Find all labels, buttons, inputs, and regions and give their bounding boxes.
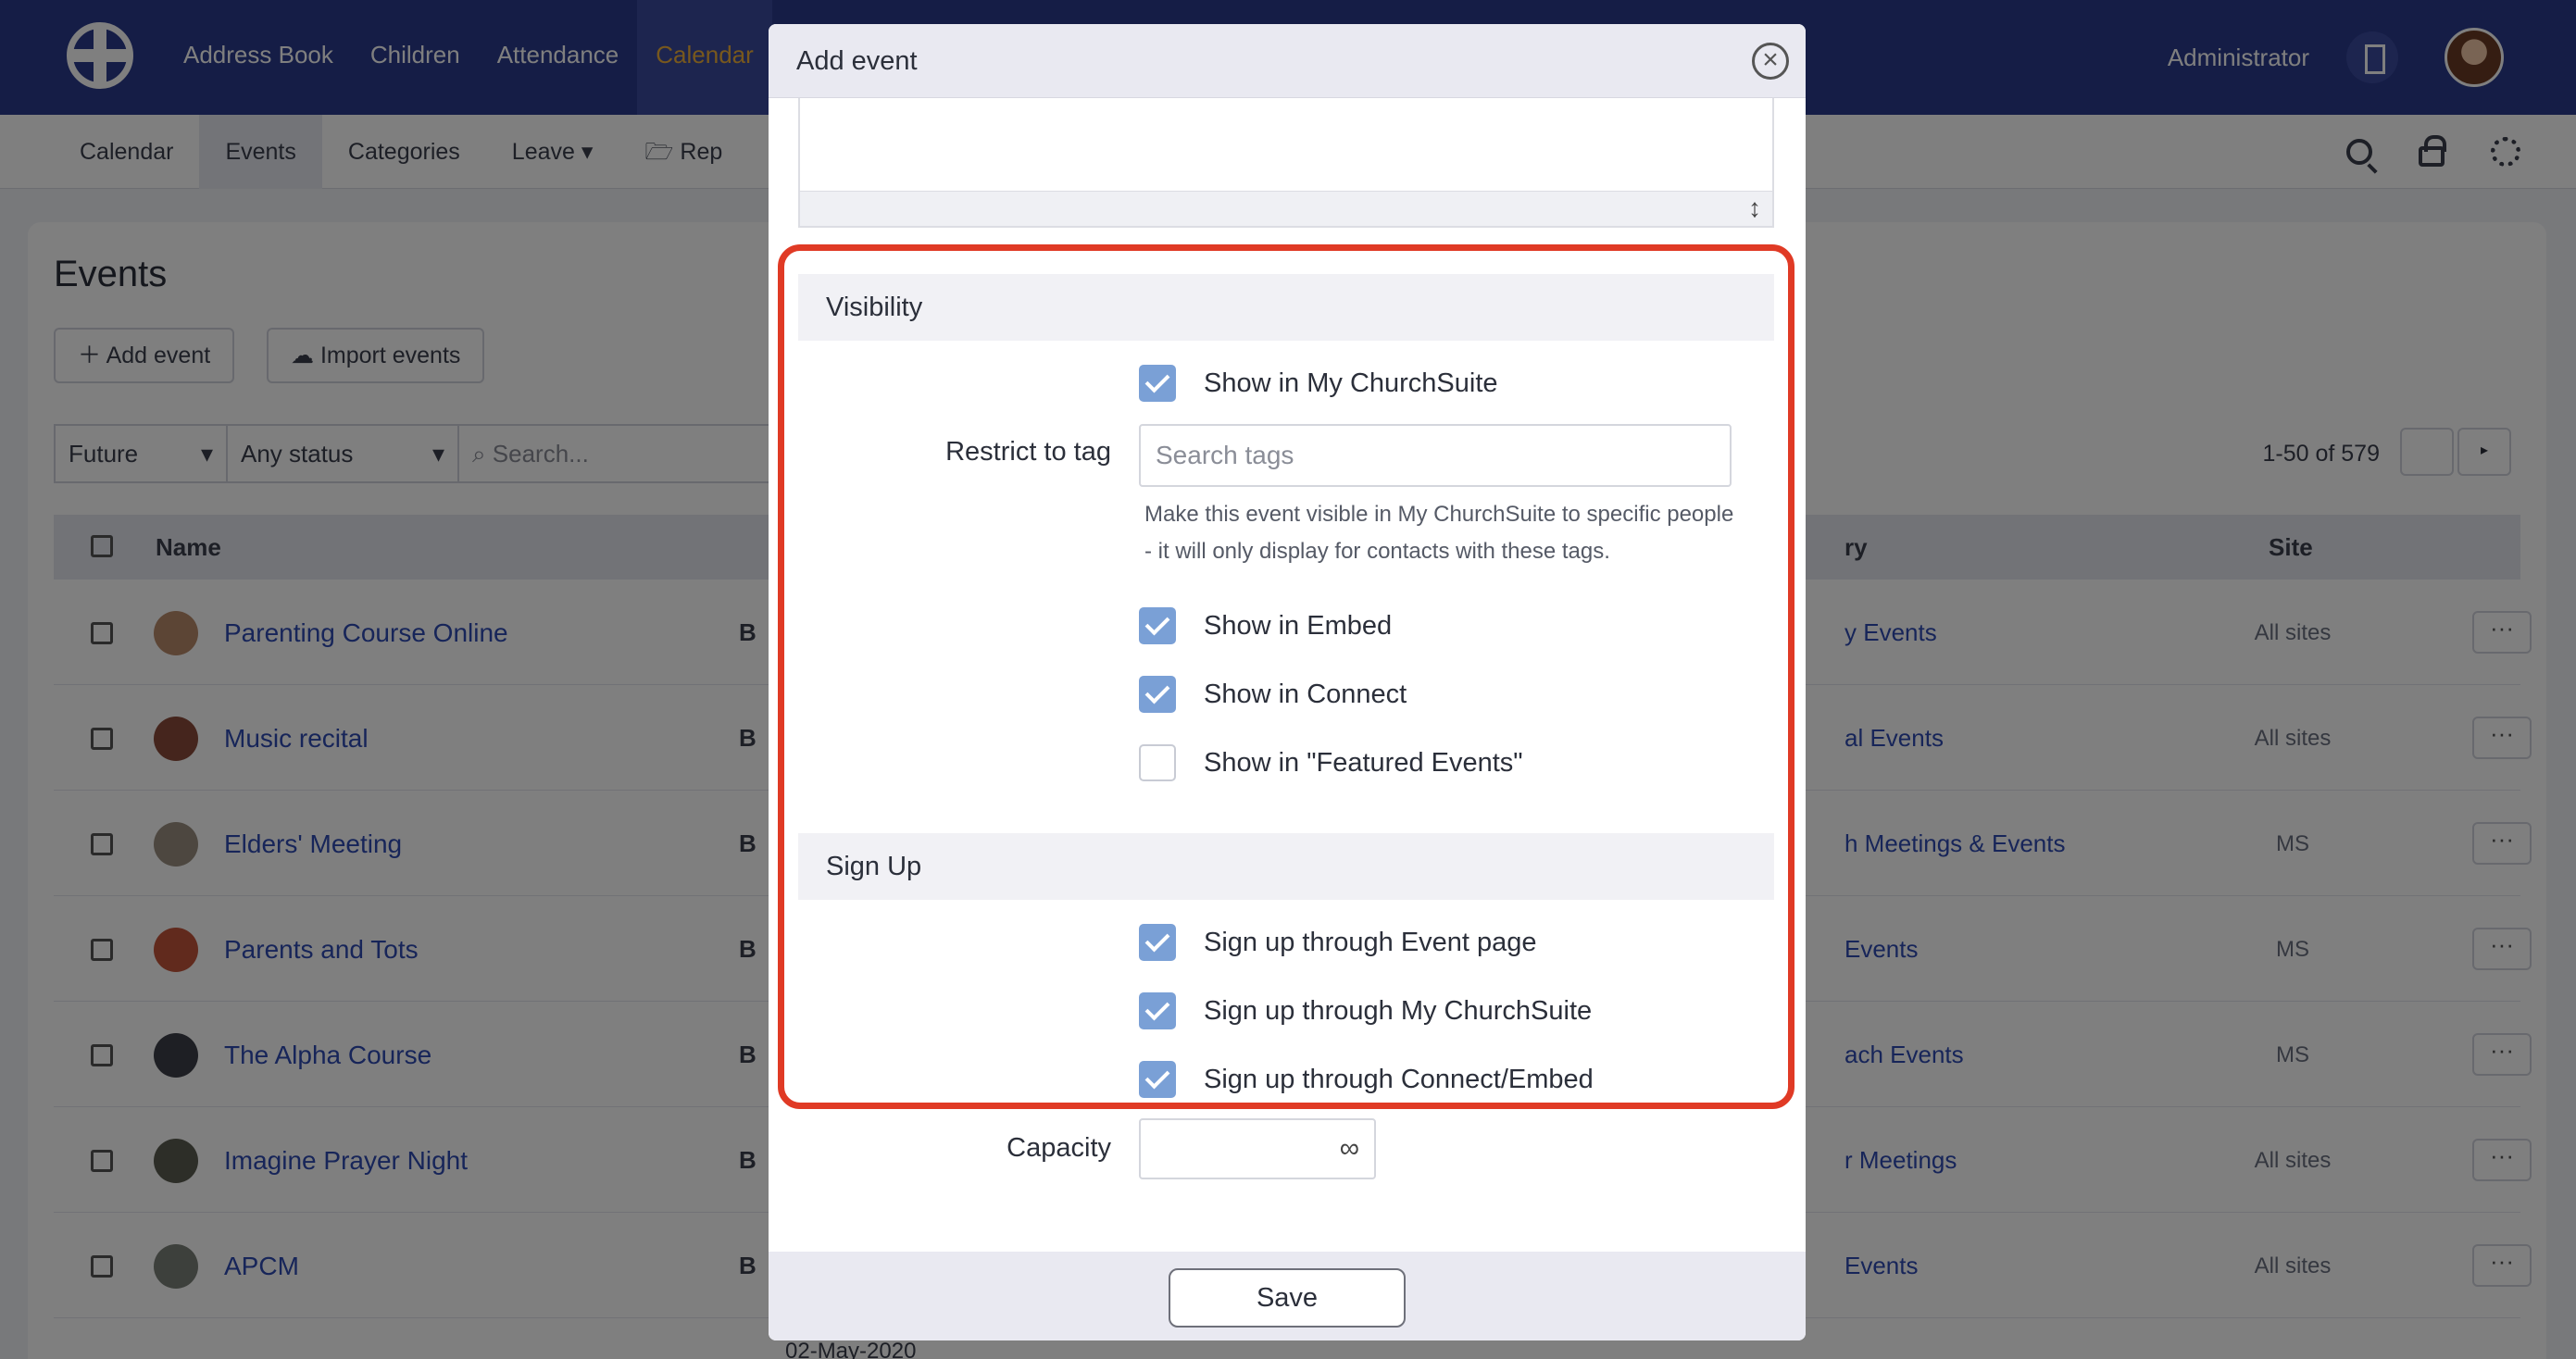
visibility-section-header: Visibility xyxy=(798,274,1774,341)
signup-section-header: Sign Up xyxy=(798,833,1774,900)
checkbox-label[interactable]: Sign up through Connect/Embed xyxy=(1204,1065,1594,1095)
checkbox-label[interactable]: Show in Connect xyxy=(1204,680,1407,710)
capacity-input[interactable]: ∞ xyxy=(1139,1118,1376,1179)
save-button[interactable]: Save xyxy=(1169,1268,1406,1328)
show-embed-checkbox[interactable] xyxy=(1139,607,1176,644)
checkbox-label[interactable]: Show in Embed xyxy=(1204,611,1392,642)
add-event-modal: Add event × ↕ Visibility Show in My Chur… xyxy=(769,24,1806,1340)
checkbox-label[interactable]: Sign up through My ChurchSuite xyxy=(1204,996,1592,1027)
show-connect-checkbox[interactable] xyxy=(1139,676,1176,713)
checkbox-label[interactable]: Sign up through Event page xyxy=(1204,928,1537,958)
resize-handle-icon[interactable]: ↕ xyxy=(1748,193,1761,223)
signup-connect-embed-checkbox[interactable] xyxy=(1139,1061,1176,1098)
modal-header: Add event × xyxy=(769,24,1806,98)
search-tags-input[interactable] xyxy=(1139,424,1732,487)
restrict-tag-help-text: Make this event visible in My ChurchSuit… xyxy=(1144,502,1734,564)
signup-event-page-checkbox[interactable] xyxy=(1139,924,1176,961)
show-mychurchsuite-checkbox[interactable] xyxy=(1139,365,1176,402)
infinity-icon: ∞ xyxy=(1339,1133,1359,1164)
textarea-footer: ↕ xyxy=(800,191,1772,226)
show-featured-checkbox[interactable] xyxy=(1139,744,1176,781)
signup-mychurchsuite-checkbox[interactable] xyxy=(1139,992,1176,1029)
capacity-label: Capacity xyxy=(1007,1133,1111,1163)
description-textarea[interactable]: ↕ xyxy=(798,98,1774,228)
restrict-to-tag-label: Restrict to tag xyxy=(945,437,1111,467)
modal-title: Add event xyxy=(796,46,918,76)
checkbox-label[interactable]: Show in My ChurchSuite xyxy=(1204,368,1498,399)
close-icon[interactable]: × xyxy=(1752,43,1789,80)
checkbox-label[interactable]: Show in "Featured Events" xyxy=(1204,748,1523,779)
